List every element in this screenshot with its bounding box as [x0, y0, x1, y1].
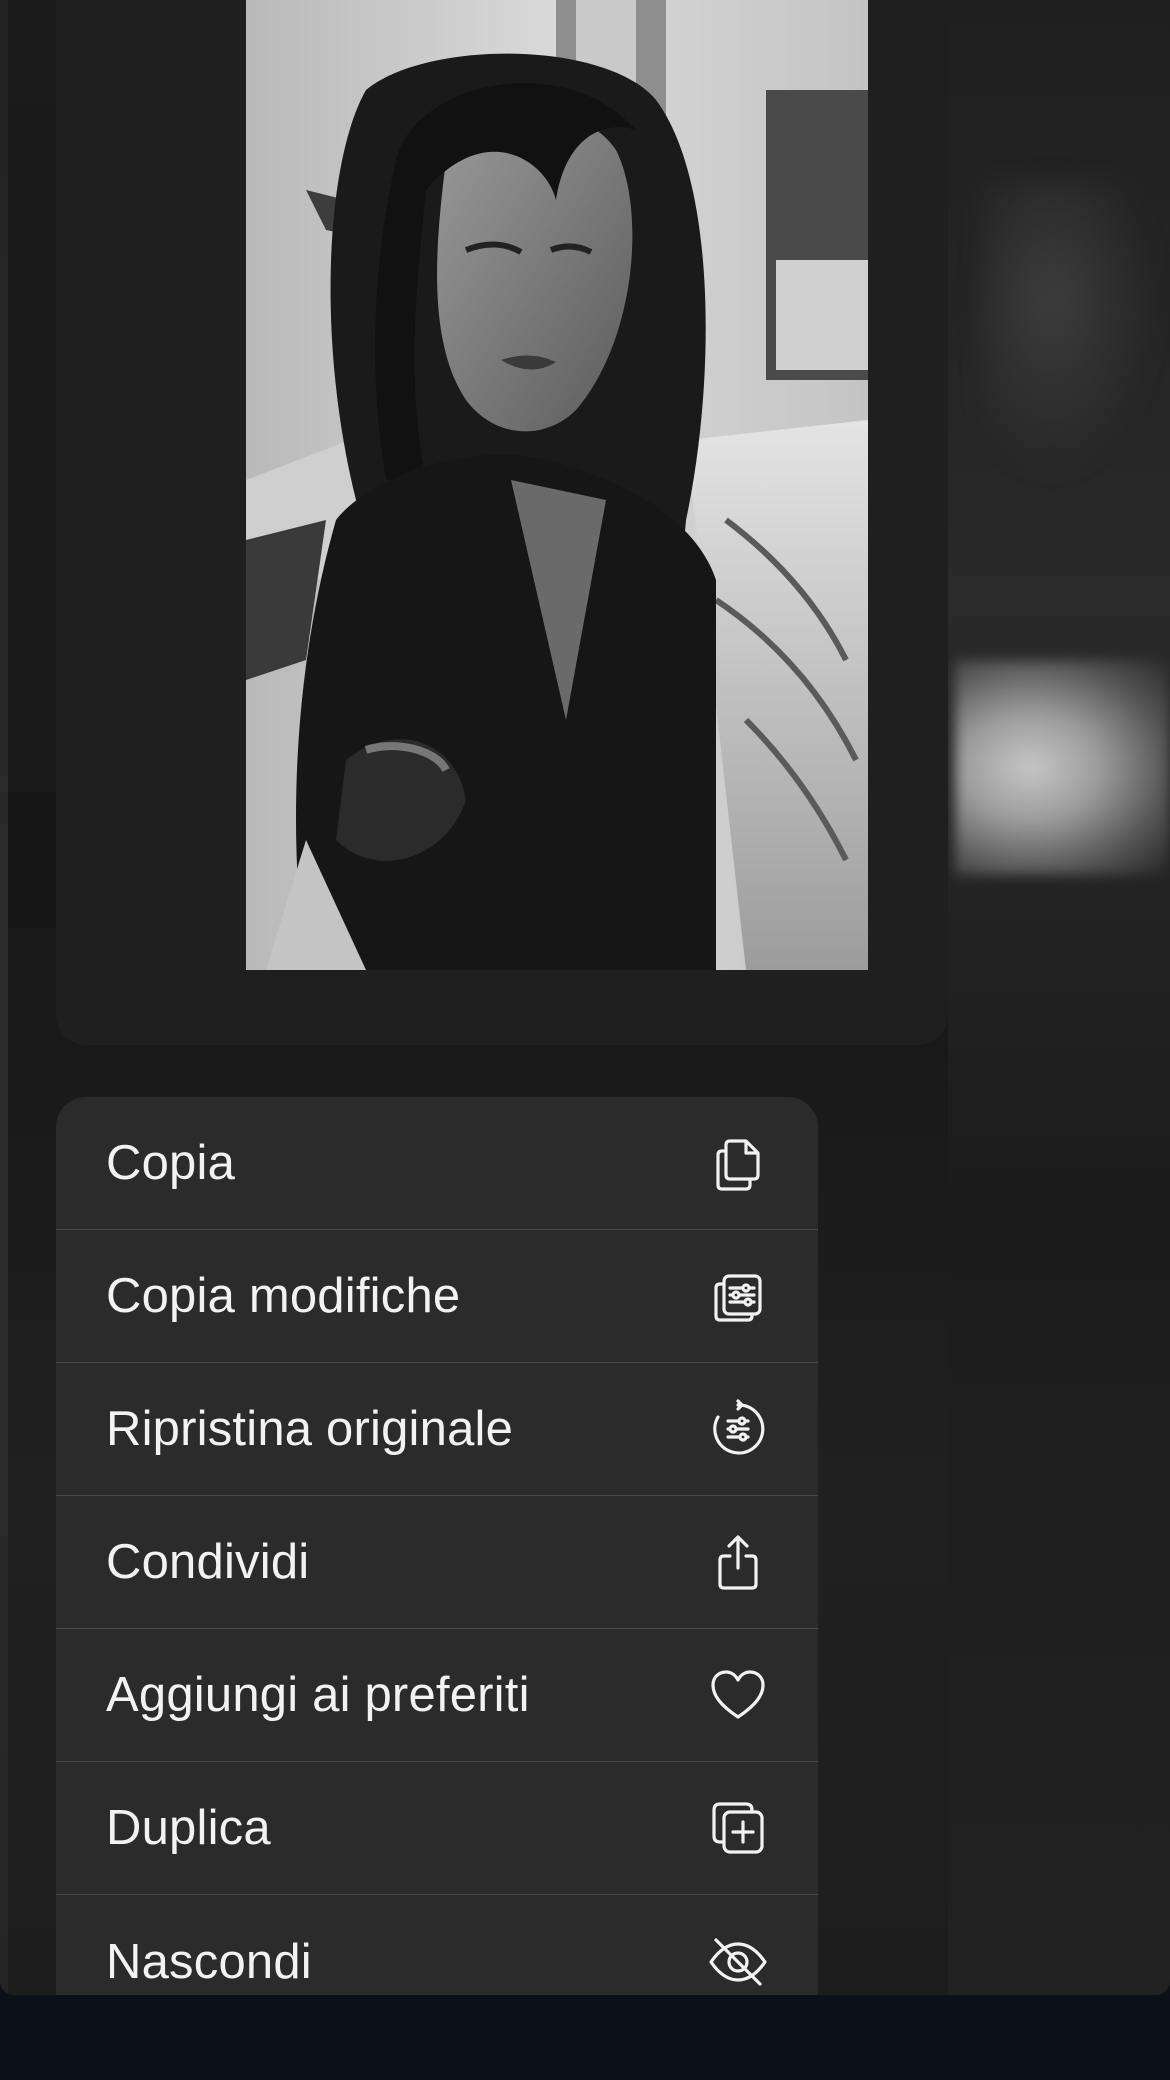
menu-item-copy[interactable]: Copia	[56, 1097, 818, 1230]
screen: Copia Copia modifiche Ripristina origina…	[0, 0, 1170, 1995]
menu-item-copy-edits[interactable]: Copia modifiche	[56, 1230, 818, 1363]
duplicate-icon	[708, 1798, 768, 1858]
heart-icon	[708, 1665, 768, 1725]
share-icon	[708, 1532, 768, 1592]
menu-item-label: Copia modifiche	[106, 1269, 461, 1323]
blurred-background-bright-patch	[955, 660, 1170, 875]
menu-item-duplicate[interactable]: Duplica	[56, 1762, 818, 1895]
menu-item-share[interactable]: Condividi	[56, 1496, 818, 1629]
photo-preview-card	[56, 0, 948, 1045]
menu-item-label: Copia	[106, 1136, 236, 1190]
menu-item-label: Ripristina originale	[106, 1402, 514, 1456]
copy-edits-icon	[708, 1266, 768, 1326]
photo-image	[246, 0, 868, 970]
revert-icon	[708, 1399, 768, 1459]
context-menu: Copia Copia modifiche Ripristina origina…	[56, 1097, 818, 1995]
background-edge	[0, 0, 8, 1995]
blurred-background-highlight	[980, 180, 1160, 480]
menu-item-label: Condividi	[106, 1535, 310, 1589]
menu-item-label: Nascondi	[106, 1934, 312, 1989]
menu-item-favorite[interactable]: Aggiungi ai preferiti	[56, 1629, 818, 1762]
menu-item-label: Duplica	[106, 1801, 271, 1855]
eye-slash-icon	[708, 1932, 768, 1992]
menu-item-hide[interactable]: Nascondi	[56, 1895, 818, 1995]
photo-preview[interactable]	[246, 0, 868, 970]
copy-icon	[708, 1133, 768, 1193]
menu-item-label: Aggiungi ai preferiti	[106, 1668, 530, 1722]
menu-item-revert[interactable]: Ripristina originale	[56, 1363, 818, 1496]
